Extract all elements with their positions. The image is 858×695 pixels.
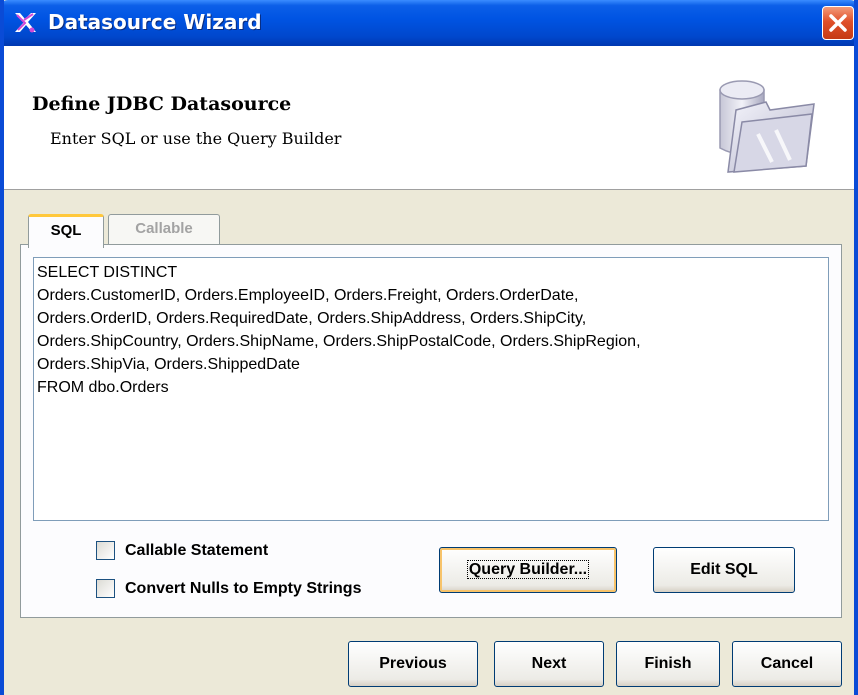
title-bar[interactable]: Datasource Wizard xyxy=(4,0,854,46)
convert-nulls-label: Convert Nulls to Empty Strings xyxy=(125,579,362,597)
sql-line: Orders.ShipCountry, Orders.ShipName, Ord… xyxy=(37,333,641,350)
query-builder-label: Query Builder... xyxy=(466,560,590,579)
edit-sql-button[interactable]: Edit SQL xyxy=(653,547,795,593)
datasource-wizard-window: Datasource Wizard Define JDBC Datasource… xyxy=(0,0,858,695)
tab-callable[interactable]: Callable xyxy=(108,214,220,244)
wizard-header: Define JDBC Datasource Enter SQL or use … xyxy=(4,46,854,190)
close-button[interactable] xyxy=(822,6,854,40)
window-title: Datasource Wizard xyxy=(48,10,262,34)
sql-line: Orders.ShipVia, Orders.ShippedDate xyxy=(37,356,300,373)
callable-statement-checkbox[interactable] xyxy=(96,541,115,560)
next-button[interactable]: Next xyxy=(494,641,604,687)
sql-line: SELECT DISTINCT xyxy=(37,264,178,281)
datasource-folder-icon xyxy=(714,74,824,178)
sql-tab-panel: SELECT DISTINCT Orders.CustomerID, Order… xyxy=(20,244,842,618)
sql-line: Orders.CustomerID, Orders.EmployeeID, Or… xyxy=(37,287,579,304)
previous-button[interactable]: Previous xyxy=(348,641,478,687)
callable-statement-option[interactable]: Callable Statement xyxy=(96,541,268,560)
wizard-icon xyxy=(12,10,38,36)
page-subtitle: Enter SQL or use the Query Builder xyxy=(50,129,342,148)
cancel-button[interactable]: Cancel xyxy=(732,641,842,687)
sql-text-area[interactable]: SELECT DISTINCT Orders.CustomerID, Order… xyxy=(33,257,829,521)
convert-nulls-option[interactable]: Convert Nulls to Empty Strings xyxy=(96,579,361,598)
close-icon xyxy=(829,14,847,32)
page-title: Define JDBC Datasource xyxy=(32,93,292,115)
query-builder-button[interactable]: Query Builder... xyxy=(439,547,617,593)
finish-button[interactable]: Finish xyxy=(616,641,720,687)
sql-line: Orders.OrderID, Orders.RequiredDate, Ord… xyxy=(37,310,587,327)
sql-line: FROM dbo.Orders xyxy=(37,379,169,396)
convert-nulls-checkbox[interactable] xyxy=(96,579,115,598)
tab-sql[interactable]: SQL xyxy=(28,214,104,248)
callable-statement-label: Callable Statement xyxy=(125,541,269,559)
